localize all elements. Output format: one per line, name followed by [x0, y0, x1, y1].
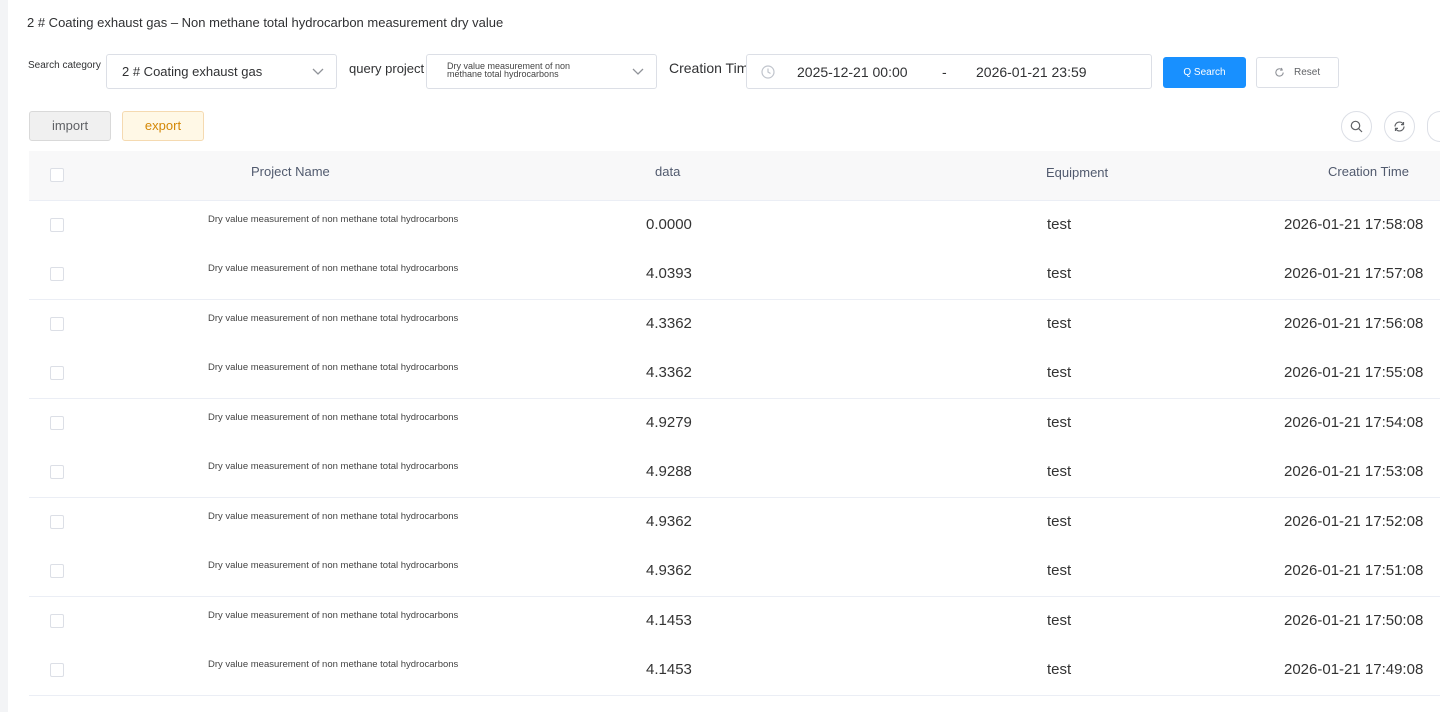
table-row[interactable]: Dry value measurement of non methane tot…: [29, 498, 1440, 548]
start-date-input[interactable]: 2025-12-21 00:00: [797, 55, 908, 90]
cell-creation-time: 2026-01-21 17:50:08: [1284, 612, 1424, 629]
cell-data: 4.9362: [646, 562, 692, 579]
column-project-name[interactable]: Project Name: [251, 151, 330, 193]
search-toggle-button[interactable]: [1341, 111, 1372, 142]
cell-equipment: test: [1047, 265, 1072, 282]
cell-creation-time: 2026-01-21 17:52:08: [1284, 513, 1424, 530]
row-checkbox[interactable]: [50, 515, 64, 529]
refresh-icon: [1394, 121, 1405, 132]
table-row[interactable]: Dry value measurement of non methane tot…: [29, 547, 1440, 597]
cell-data: 4.1453: [646, 612, 692, 629]
cell-project-name: Dry value measurement of non methane tot…: [208, 610, 459, 621]
cell-data: 4.1453: [646, 661, 692, 678]
cell-project-name: Dry value measurement of non methane tot…: [208, 313, 459, 324]
cell-project-name: Dry value measurement of non methane tot…: [208, 412, 459, 423]
table-row[interactable]: Dry value measurement of non methane tot…: [29, 448, 1440, 498]
search-category-label: Search category: [28, 60, 101, 71]
table-row[interactable]: Dry value measurement of non methane tot…: [29, 201, 1440, 251]
row-checkbox[interactable]: [50, 465, 64, 479]
column-equipment[interactable]: Equipment: [1046, 152, 1108, 194]
table-row[interactable]: Dry value measurement of non methane tot…: [29, 250, 1440, 300]
cell-project-name: Dry value measurement of non methane tot…: [208, 511, 459, 522]
cell-equipment: test: [1047, 216, 1072, 233]
table-row[interactable]: Dry value measurement of non methane tot…: [29, 597, 1440, 647]
cell-project-name: Dry value measurement of non methane tot…: [208, 659, 459, 670]
left-panel-edge: [0, 0, 8, 712]
row-checkbox[interactable]: [50, 564, 64, 578]
row-checkbox[interactable]: [50, 366, 64, 380]
page-title: 2 # Coating exhaust gas – Non methane to…: [27, 15, 504, 30]
search-icon: [1350, 120, 1363, 133]
cell-equipment: test: [1047, 562, 1072, 579]
cell-project-name: Dry value measurement of non methane tot…: [208, 263, 459, 274]
select-all-checkbox[interactable]: [50, 168, 64, 182]
date-separator: -: [942, 64, 947, 80]
cell-equipment: test: [1047, 612, 1072, 629]
creation-time-label: Creation Time: [669, 60, 757, 76]
cell-equipment: test: [1047, 513, 1072, 530]
cell-creation-time: 2026-01-21 17:57:08: [1284, 265, 1424, 282]
table-header: Project Name data Equipment Creation Tim…: [29, 151, 1440, 201]
column-creation-time[interactable]: Creation Time: [1328, 151, 1409, 193]
search-category-select[interactable]: 2 # Coating exhaust gas: [106, 54, 337, 89]
refresh-table-button[interactable]: [1384, 111, 1415, 142]
chevron-down-icon: [632, 68, 644, 75]
reset-label: Reset: [1294, 67, 1321, 78]
chevron-down-icon: [312, 68, 324, 75]
cell-equipment: test: [1047, 315, 1072, 332]
cell-creation-time: 2026-01-21 17:53:08: [1284, 463, 1424, 480]
cell-creation-time: 2026-01-21 17:55:08: [1284, 364, 1424, 381]
clock-icon: [761, 65, 775, 79]
cell-creation-time: 2026-01-21 17:58:08: [1284, 216, 1424, 233]
cell-data: 0.0000: [646, 216, 692, 233]
row-checkbox[interactable]: [50, 317, 64, 331]
table-row[interactable]: Dry value measurement of non methane tot…: [29, 399, 1440, 449]
cell-creation-time: 2026-01-21 17:49:08: [1284, 661, 1424, 678]
cell-equipment: test: [1047, 414, 1072, 431]
cell-data: 4.0393: [646, 265, 692, 282]
search-category-value: 2 # Coating exhaust gas: [122, 64, 263, 79]
cell-data: 4.9362: [646, 513, 692, 530]
refresh-icon: [1275, 67, 1284, 77]
import-button[interactable]: import: [29, 111, 111, 141]
cell-project-name: Dry value measurement of non methane tot…: [208, 461, 459, 472]
column-data[interactable]: data: [655, 151, 680, 193]
cell-project-name: Dry value measurement of non methane tot…: [208, 214, 459, 225]
cell-creation-time: 2026-01-21 17:51:08: [1284, 562, 1424, 579]
search-button[interactable]: Q Search: [1163, 57, 1246, 88]
table-row[interactable]: Dry value measurement of non methane tot…: [29, 300, 1440, 350]
export-button[interactable]: export: [122, 111, 204, 141]
cell-data: 4.9288: [646, 463, 692, 480]
end-date-input[interactable]: 2026-01-21 23:59: [976, 55, 1087, 90]
query-project-select[interactable]: Dry value measurement of non methane tot…: [426, 54, 657, 89]
row-checkbox[interactable]: [50, 218, 64, 232]
cell-equipment: test: [1047, 364, 1072, 381]
table-row[interactable]: Dry value measurement of non methane tot…: [29, 646, 1440, 696]
cell-data: 4.9279: [646, 414, 692, 431]
cell-data: 4.3362: [646, 315, 692, 332]
table-row[interactable]: Dry value measurement of non methane tot…: [29, 349, 1440, 399]
query-project-label: query project: [349, 61, 425, 76]
query-project-value: Dry value measurement of non methane tot…: [447, 61, 571, 79]
date-range-picker[interactable]: 2025-12-21 00:00 - 2026-01-21 23:59: [746, 54, 1152, 89]
columns-setting-button[interactable]: [1427, 111, 1440, 142]
cell-creation-time: 2026-01-21 17:56:08: [1284, 315, 1424, 332]
cell-creation-time: 2026-01-21 17:54:08: [1284, 414, 1424, 431]
cell-data: 4.3362: [646, 364, 692, 381]
row-checkbox[interactable]: [50, 614, 64, 628]
cell-equipment: test: [1047, 661, 1072, 678]
row-checkbox[interactable]: [50, 267, 64, 281]
reset-button[interactable]: Reset: [1256, 57, 1339, 88]
row-checkbox[interactable]: [50, 663, 64, 677]
cell-project-name: Dry value measurement of non methane tot…: [208, 560, 459, 571]
cell-project-name: Dry value measurement of non methane tot…: [208, 362, 459, 373]
row-checkbox[interactable]: [50, 416, 64, 430]
cell-equipment: test: [1047, 463, 1072, 480]
